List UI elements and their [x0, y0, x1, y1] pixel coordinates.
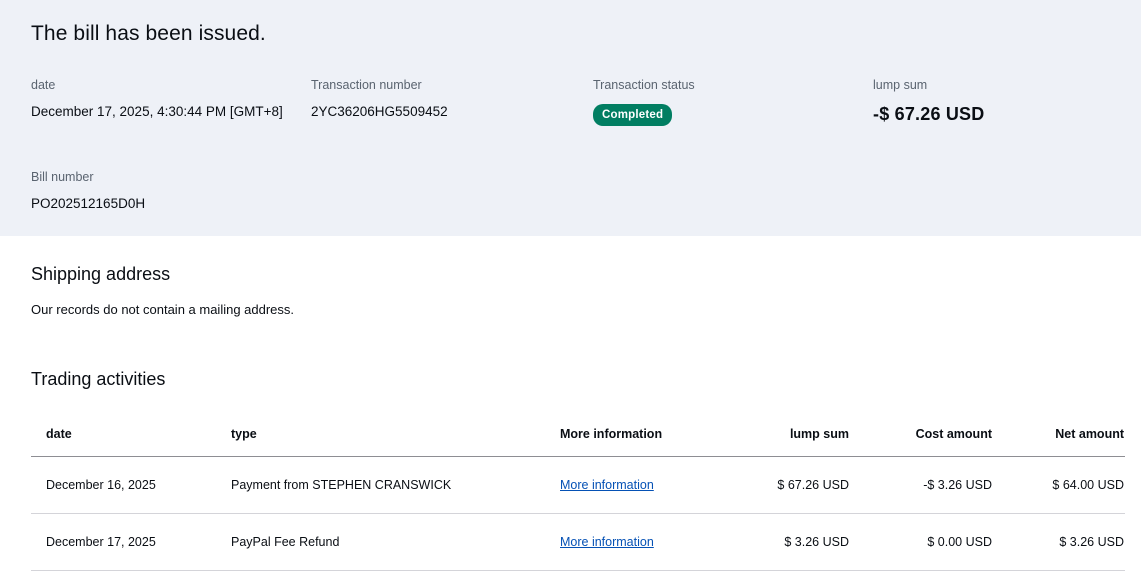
- trading-activities-section: Trading activities date type More inform…: [0, 369, 1141, 571]
- field-transaction-status: Transaction status Completed: [593, 78, 873, 126]
- summary-grid: date December 17, 2025, 4:30:44 PM [GMT+…: [31, 78, 1110, 211]
- row-type: PayPal Fee Refund: [231, 535, 340, 549]
- more-information-link[interactable]: More information: [560, 535, 654, 549]
- status-badge: Completed: [593, 104, 673, 126]
- row-net-amount: $ 3.26 USD: [1059, 535, 1124, 549]
- row-type: Payment from STEPHEN CRANSWICK: [231, 478, 452, 492]
- trading-activities-heading: Trading activities: [31, 369, 166, 389]
- trading-activities-table: date type More information lump sum Cost…: [31, 412, 1125, 571]
- field-bill-number-value: PO202512165D0H: [31, 196, 146, 211]
- column-header-lump-sum: lump sum: [789, 427, 849, 441]
- table-row: December 17, 2025 PayPal Fee Refund More…: [31, 514, 1125, 571]
- shipping-address-section: Shipping address Our records do not cont…: [0, 236, 1141, 317]
- row-cost-amount: -$ 3.26 USD: [923, 478, 992, 492]
- page-title: The bill has been issued.: [31, 22, 266, 45]
- table-header-row: date type More information lump sum Cost…: [31, 412, 1125, 457]
- row-net-amount: $ 64.00 USD: [1052, 478, 1124, 492]
- field-bill-number-label: Bill number: [31, 170, 94, 184]
- column-header-net-amount: Net amount: [1055, 427, 1124, 441]
- field-lump-sum-value: -$ 67.26 USD: [873, 104, 985, 124]
- field-date: date December 17, 2025, 4:30:44 PM [GMT+…: [31, 78, 311, 126]
- column-header-cost-amount: Cost amount: [915, 427, 992, 441]
- row-date: December 16, 2025: [46, 478, 156, 492]
- table-row: December 16, 2025 Payment from STEPHEN C…: [31, 457, 1125, 514]
- shipping-address-heading: Shipping address: [31, 264, 171, 284]
- column-header-more-information: More information: [560, 427, 663, 441]
- field-transaction-status-label: Transaction status: [593, 78, 695, 92]
- row-date: December 17, 2025: [46, 535, 156, 549]
- field-date-label: date: [31, 78, 56, 92]
- field-lump-sum: lump sum -$ 67.26 USD: [873, 78, 1141, 126]
- row-lump-sum: $ 3.26 USD: [784, 535, 849, 549]
- column-header-type: type: [231, 427, 257, 441]
- field-transaction-number: Transaction number 2YC36206HG5509452: [311, 78, 593, 126]
- more-information-link[interactable]: More information: [560, 478, 654, 492]
- row-cost-amount: $ 0.00 USD: [927, 535, 992, 549]
- shipping-address-message: Our records do not contain a mailing add…: [31, 302, 295, 317]
- field-date-value: December 17, 2025, 4:30:44 PM [GMT+8]: [31, 104, 283, 119]
- field-lump-sum-label: lump sum: [873, 78, 928, 92]
- field-transaction-number-label: Transaction number: [311, 78, 422, 92]
- field-transaction-number-value: 2YC36206HG5509452: [311, 104, 448, 119]
- row-lump-sum: $ 67.26 USD: [777, 478, 849, 492]
- column-header-date: date: [46, 427, 72, 441]
- bill-summary-section: The bill has been issued. date December …: [0, 0, 1141, 236]
- field-bill-number: Bill number PO202512165D0H: [31, 170, 311, 211]
